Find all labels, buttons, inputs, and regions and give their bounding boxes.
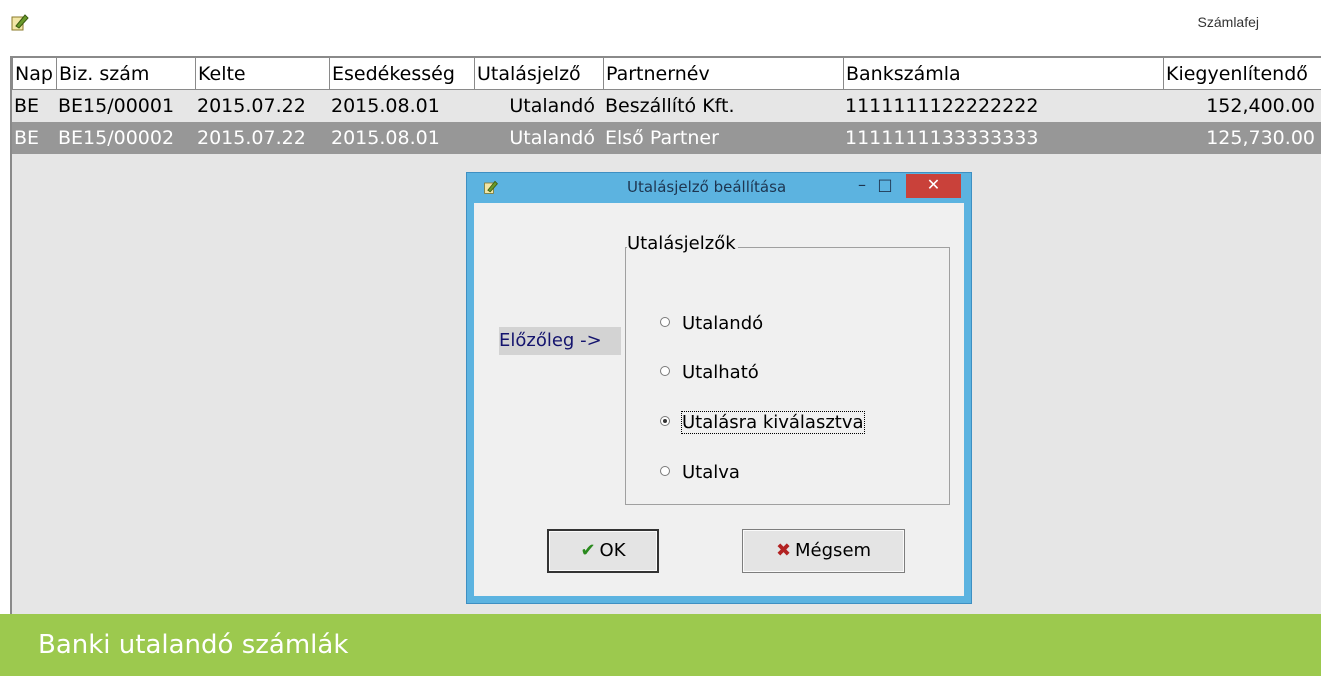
cell-nap: BE [14, 127, 40, 149]
table-row[interactable]: BE BE15/00001 2015.07.22 2015.08.01 Utal… [12, 90, 1321, 122]
dialog-titlebar[interactable]: Utalásjelző beállítása – □ ✕ [467, 173, 971, 203]
column-header-bankszamla[interactable]: Bankszámla [843, 58, 1163, 90]
radio-utalva[interactable]: Utalva [660, 460, 740, 486]
cell-esedekesseg: 2015.08.01 [331, 127, 440, 149]
maximize-icon[interactable]: □ [874, 175, 896, 197]
column-header-esedekesseg[interactable]: Esedékesség [329, 58, 474, 90]
table-row-selected[interactable]: BE BE15/00002 2015.07.22 2015.08.01 Utal… [12, 122, 1321, 154]
radio-utalhato[interactable]: Utalható [660, 360, 759, 386]
cell-utalasjelzo: Utalandó [509, 95, 595, 117]
radio-button-icon[interactable] [660, 466, 670, 476]
radio-utalando[interactable]: Utalandó [660, 311, 763, 337]
radio-button-selected-icon[interactable] [660, 416, 670, 426]
radio-utalasra-kivalasztva[interactable]: Utalásra kiválasztva [660, 410, 865, 436]
column-header-nap[interactable]: Nap [12, 58, 56, 90]
previous-value-label: Előzőleg -> [499, 327, 621, 355]
cancel-button-label: Mégsem [795, 540, 872, 561]
cell-esedekesseg: 2015.08.01 [331, 95, 440, 117]
cell-utalasjelzo: Utalandó [509, 127, 595, 149]
column-header-kiegyenlitendo[interactable]: Kiegyenlítendő [1163, 58, 1321, 90]
ok-button-label: OK [599, 540, 626, 561]
cross-icon: ✖ [775, 540, 792, 561]
cell-nap: BE [14, 95, 40, 117]
cell-partnernev: Beszállító Kft. [605, 95, 735, 117]
cell-bankszamla: 1111111133333333 [845, 127, 1039, 149]
cell-kiegyenlitendo: 125,730.00 [1206, 127, 1315, 149]
column-header-partnernev[interactable]: Partnernév [603, 58, 843, 90]
radio-label: Utalásra kiválasztva [681, 411, 865, 434]
cell-kelte: 2015.07.22 [197, 127, 306, 149]
cell-partnernev: Első Partner [605, 127, 719, 149]
edit-note-icon [11, 14, 29, 31]
cell-bankszamla: 1111111122222222 [845, 95, 1039, 117]
caption-bar: Banki utalandó számlák [0, 614, 1321, 676]
dialog-title: Utalásjelző beállítása [627, 178, 787, 196]
cell-kiegyenlitendo: 152,400.00 [1206, 95, 1315, 117]
window-title: Számlafej [1197, 14, 1259, 30]
cell-biz-szam: BE15/00001 [58, 95, 175, 117]
cancel-button[interactable]: ✖ Mégsem [742, 529, 905, 573]
radio-label: Utalva [682, 462, 740, 483]
cell-kelte: 2015.07.22 [197, 95, 306, 117]
edit-note-icon [484, 180, 498, 194]
column-header-kelte[interactable]: Kelte [195, 58, 329, 90]
window-titlebar: Számlafej [0, 0, 1321, 48]
column-header-biz-szam[interactable]: Biz. szám [56, 58, 195, 90]
ok-button[interactable]: ✔ OK [547, 529, 659, 573]
caption-text: Banki utalandó számlák [38, 630, 349, 660]
close-icon[interactable]: ✕ [906, 174, 961, 198]
dialog-body: Előzőleg -> Utalásjelzők Utalandó Utalha… [474, 203, 964, 596]
checkmark-icon: ✔ [580, 540, 596, 561]
payment-flag-dialog: Utalásjelző beállítása – □ ✕ Előzőleg ->… [467, 173, 971, 603]
column-header-utalasjelzo[interactable]: Utalásjelző [474, 58, 603, 90]
radio-button-icon[interactable] [660, 366, 670, 376]
grid-header: Nap Biz. szám Kelte Esedékesség Utalásje… [12, 56, 1321, 90]
cell-biz-szam: BE15/00002 [58, 127, 175, 149]
group-title: Utalásjelzők [627, 233, 738, 254]
minimize-icon[interactable]: – [851, 175, 873, 197]
radio-label: Utalható [682, 362, 759, 383]
radio-label: Utalandó [682, 313, 764, 334]
radio-button-icon[interactable] [660, 317, 670, 327]
